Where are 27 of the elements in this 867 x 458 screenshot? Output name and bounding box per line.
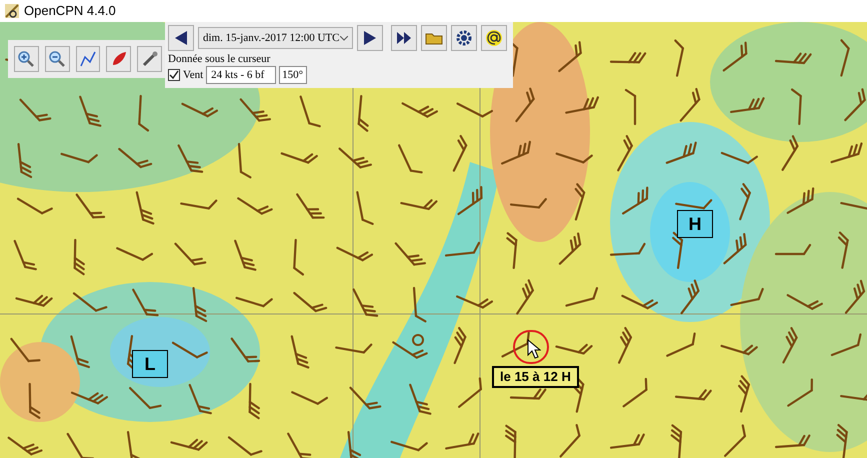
settings-icon[interactable] <box>451 25 477 51</box>
cursor-data-caption: Donnée sous le curseur <box>168 53 272 66</box>
time-annotation: le 15 à 12 H <box>492 366 579 388</box>
folder-icon[interactable] <box>421 25 447 51</box>
high-pressure-label: H <box>677 210 713 238</box>
zoom-out-icon[interactable] <box>44 46 70 72</box>
mouse-pointer-icon <box>527 339 541 359</box>
wind-direction-field: 150° <box>279 66 308 84</box>
at-sign-icon[interactable] <box>481 25 507 51</box>
wind-checkbox[interactable] <box>168 69 180 81</box>
chevron-down-icon <box>340 36 348 40</box>
triangle-right-icon <box>363 30 377 46</box>
date-dropdown[interactable]: dim. 15-janv.-2017 12:00 UTC <box>198 27 353 49</box>
window-title: OpenCPN 4.4.0 <box>24 2 116 20</box>
tool-icon[interactable] <box>137 46 162 72</box>
triangle-left-icon <box>174 30 188 46</box>
wind-speed-field: 24 kts - 6 bf <box>206 66 276 84</box>
double-triangle-icon <box>396 31 412 45</box>
boat-icon[interactable] <box>106 46 132 72</box>
zoom-in-icon[interactable] <box>14 46 39 72</box>
wind-label: Vent <box>183 68 204 83</box>
fast-forward-button[interactable] <box>391 25 417 51</box>
route-icon[interactable] <box>76 46 100 72</box>
app-logo-icon <box>4 3 20 19</box>
next-button[interactable] <box>357 25 383 51</box>
low-pressure-label: L <box>132 350 168 378</box>
previous-button[interactable] <box>168 25 194 51</box>
